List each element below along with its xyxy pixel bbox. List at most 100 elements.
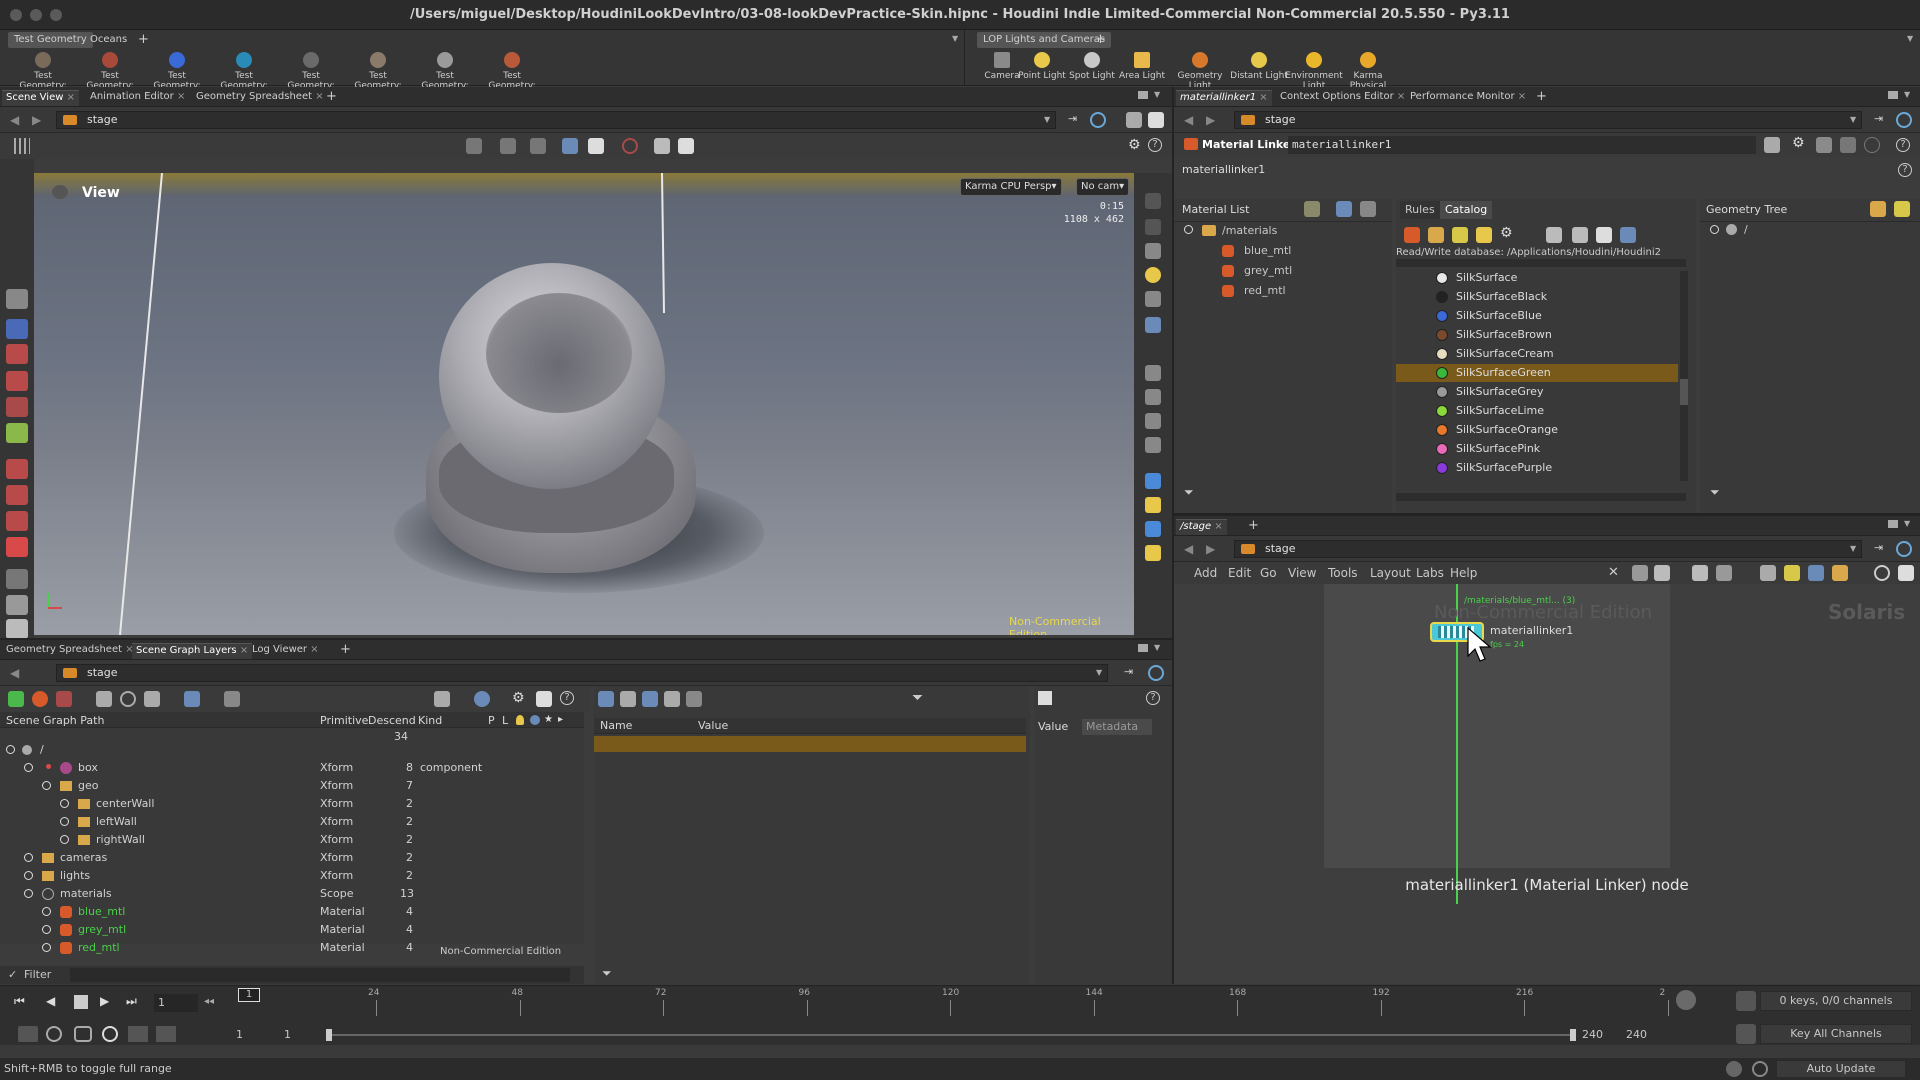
columns-view-icon[interactable] xyxy=(642,691,658,707)
expand-icon[interactable] xyxy=(42,907,51,916)
selected-property-row[interactable] xyxy=(594,736,1026,752)
tree-row[interactable]: red_mtl Material 4 xyxy=(2,940,582,954)
tab-value[interactable]: Value xyxy=(1038,720,1068,733)
list-icon[interactable] xyxy=(1654,565,1670,581)
panel-layout-icon[interactable] xyxy=(1138,91,1148,99)
filter-icon[interactable]: ⏷ xyxy=(912,690,923,706)
tree-row[interactable]: lights Xform 2 xyxy=(2,868,582,886)
panel-menu-icon[interactable]: ▼ xyxy=(1154,643,1160,652)
keys-info[interactable]: 0 keys, 0/0 channels xyxy=(1760,991,1912,1011)
catalog-item[interactable]: SilkSurfaceGreen xyxy=(1396,364,1678,382)
camera-lock-icon[interactable] xyxy=(654,138,670,154)
hierarchy-icon[interactable] xyxy=(434,691,450,707)
display-option-icon[interactable] xyxy=(1145,365,1161,381)
help-icon[interactable]: ? xyxy=(1148,138,1162,152)
ruler-icon[interactable] xyxy=(128,1026,148,1042)
display-option-icon[interactable] xyxy=(1145,243,1161,259)
tag-icon[interactable] xyxy=(1476,227,1492,243)
display-option-icon[interactable] xyxy=(1145,291,1161,307)
snapshot-icon[interactable] xyxy=(1038,691,1052,705)
gear-icon[interactable]: ⚙ xyxy=(1500,225,1513,241)
selection-mode-icon[interactable] xyxy=(466,138,482,154)
collapse-icon[interactable] xyxy=(24,763,33,772)
grid-large-icon[interactable] xyxy=(1596,227,1612,243)
timeline-track[interactable]: 1 24 48 72 96 120 144 168 192 216 2 xyxy=(234,986,1669,1016)
tree-row[interactable]: leftWall Xform 2 xyxy=(2,814,582,832)
pose-tool-icon[interactable] xyxy=(6,459,28,479)
panel-layout-icon[interactable] xyxy=(1888,91,1898,99)
render-region-icon[interactable] xyxy=(678,138,694,154)
tab-scene-graph-layers[interactable]: Scene Graph Layers × xyxy=(132,643,253,659)
material-item[interactable]: blue_mtl xyxy=(1244,244,1291,257)
light-tool-icon[interactable] xyxy=(6,569,28,589)
tab-materiallinker1[interactable]: materiallinker1 × xyxy=(1176,90,1272,106)
range-start-handle[interactable] xyxy=(326,1029,332,1041)
menu-edit[interactable]: Edit xyxy=(1228,566,1251,580)
catalog-item[interactable]: SilkSurfacePurple xyxy=(1396,459,1678,477)
display-option-icon[interactable] xyxy=(1145,497,1161,513)
brush-tool-icon[interactable] xyxy=(6,485,28,505)
catalog-item[interactable]: SilkSurface xyxy=(1396,269,1678,287)
tab-geometry-spreadsheet[interactable]: Geometry Spreadsheet × xyxy=(2,643,138,659)
panel-menu-icon[interactable]: ▼ xyxy=(1904,90,1910,99)
tab-context-options-editor[interactable]: Context Options Editor × xyxy=(1276,90,1409,106)
tree-row[interactable]: geo Xform 7 xyxy=(2,778,582,796)
pin-icon[interactable]: ⇥ xyxy=(1874,112,1890,128)
display-option-icon[interactable] xyxy=(1145,413,1161,429)
expand-icon[interactable] xyxy=(24,871,33,880)
list-view-icon[interactable] xyxy=(620,691,636,707)
help-icon[interactable]: ? xyxy=(1896,138,1910,152)
path-field[interactable]: stage xyxy=(56,664,1108,682)
material-item[interactable]: red_mtl xyxy=(1244,284,1286,297)
jump-end-button[interactable]: ⏭ xyxy=(126,994,148,1012)
collapse-icon[interactable] xyxy=(24,889,33,898)
collapse-icon[interactable] xyxy=(42,781,51,790)
expand-icon[interactable] xyxy=(42,943,51,952)
expand-icon[interactable] xyxy=(42,925,51,934)
link-icon[interactable] xyxy=(1896,541,1912,557)
catalog-item[interactable]: SilkSurfaceBlack xyxy=(1396,288,1678,306)
path-field[interactable]: stage xyxy=(1234,540,1862,558)
tab-geometry-spreadsheet[interactable]: Geometry Spreadsheet × xyxy=(192,90,328,106)
tab-log-viewer[interactable]: Log Viewer × xyxy=(248,643,323,659)
check-icon[interactable]: ✓ xyxy=(8,968,17,981)
menu-view[interactable]: View xyxy=(1288,566,1316,580)
forward-arrow-icon[interactable]: ▶ xyxy=(1206,542,1215,556)
link-icon[interactable] xyxy=(1148,665,1164,681)
target-icon[interactable] xyxy=(474,691,490,707)
edit-icon[interactable] xyxy=(1304,201,1320,217)
catalog-item[interactable]: SilkSurfaceBlue xyxy=(1396,307,1678,325)
camera-tool-icon[interactable] xyxy=(6,595,28,615)
shelf-tool-environment-light[interactable]: Environment Light xyxy=(1284,52,1344,91)
handle-tool-icon[interactable] xyxy=(6,423,28,443)
pin-icon[interactable]: ⇥ xyxy=(1874,541,1890,557)
sticky-note-icon[interactable] xyxy=(1760,565,1776,581)
menu-help[interactable]: Help xyxy=(1450,566,1477,580)
loop-icon[interactable] xyxy=(74,1026,92,1042)
hierarchy-view-icon[interactable] xyxy=(598,691,614,707)
add-tab-button[interactable]: + xyxy=(322,90,341,106)
forward-arrow-icon[interactable]: ▶ xyxy=(32,113,41,127)
panel-layout-icon[interactable] xyxy=(1138,644,1148,652)
range-slider[interactable] xyxy=(326,1029,1576,1041)
jump-start-button[interactable]: ⏮ xyxy=(14,994,36,1012)
select-tool-icon[interactable] xyxy=(6,289,28,309)
help-icon[interactable]: ? xyxy=(560,691,574,705)
renderer-dropdown[interactable]: Karma CPU Persp▾ xyxy=(960,178,1062,196)
tree-row[interactable]: / xyxy=(2,742,582,760)
menu-layout[interactable]: Layout xyxy=(1370,566,1411,580)
magnet-icon[interactable] xyxy=(6,537,28,557)
realtime-icon[interactable] xyxy=(18,1026,38,1042)
panel-menu-icon[interactable]: ▼ xyxy=(1904,519,1910,528)
grid-medium-icon[interactable] xyxy=(1572,227,1588,243)
search-icon[interactable] xyxy=(144,691,160,707)
range-icon[interactable] xyxy=(156,1026,176,1042)
grid-icon[interactable] xyxy=(1692,565,1708,581)
display-option-icon[interactable] xyxy=(1145,473,1161,489)
path-dropdown-icon[interactable]: ▼ xyxy=(1850,115,1856,124)
tab-rules[interactable]: Rules xyxy=(1400,201,1440,219)
expand-icon[interactable] xyxy=(24,853,33,862)
filter-icon[interactable]: ⏷ xyxy=(602,966,612,981)
network-canvas[interactable]: /materials/blue_mtl... (3) Non-Commercia… xyxy=(1174,584,1920,984)
geometry-root[interactable]: / xyxy=(1744,223,1748,236)
